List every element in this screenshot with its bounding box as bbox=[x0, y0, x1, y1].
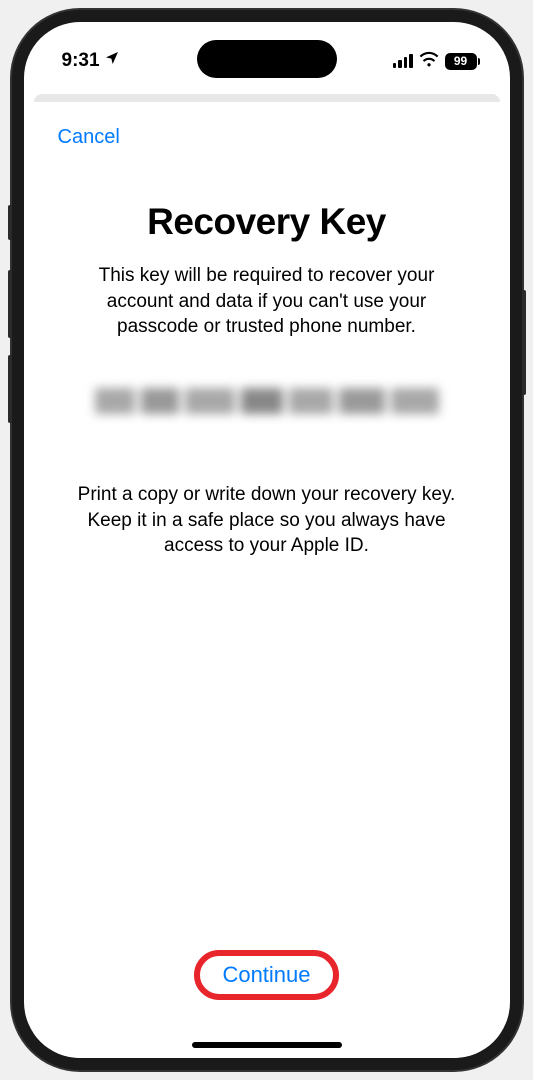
location-icon bbox=[104, 50, 120, 72]
screen: 9:31 99 bbox=[24, 22, 510, 1058]
sheet-handle bbox=[34, 94, 500, 102]
phone-frame: 9:31 99 bbox=[12, 10, 522, 1070]
instruction-text: Print a copy or write down your recovery… bbox=[58, 482, 476, 559]
home-indicator[interactable] bbox=[192, 1042, 342, 1048]
continue-label: Continue bbox=[222, 962, 310, 987]
description-text: This key will be required to recover you… bbox=[58, 263, 476, 340]
volume-up-button bbox=[8, 270, 12, 338]
volume-down-button bbox=[8, 355, 12, 423]
cancel-button[interactable]: Cancel bbox=[58, 126, 476, 149]
recovery-key-value bbox=[77, 388, 457, 420]
silent-switch bbox=[8, 205, 12, 240]
status-bar-left: 9:31 bbox=[62, 50, 120, 72]
dynamic-island bbox=[197, 40, 337, 78]
page-title: Recovery Key bbox=[58, 201, 476, 243]
cellular-signal-icon bbox=[393, 54, 413, 68]
power-button bbox=[522, 290, 526, 395]
wifi-icon bbox=[419, 51, 439, 72]
continue-container: Continue bbox=[58, 952, 476, 998]
battery-icon: 99 bbox=[445, 53, 480, 70]
status-time: 9:31 bbox=[62, 50, 100, 72]
content-area: Cancel Recovery Key This key will be req… bbox=[24, 102, 510, 1058]
continue-button[interactable]: Continue bbox=[196, 952, 336, 998]
status-bar-right: 99 bbox=[393, 51, 480, 72]
battery-level: 99 bbox=[454, 54, 467, 68]
